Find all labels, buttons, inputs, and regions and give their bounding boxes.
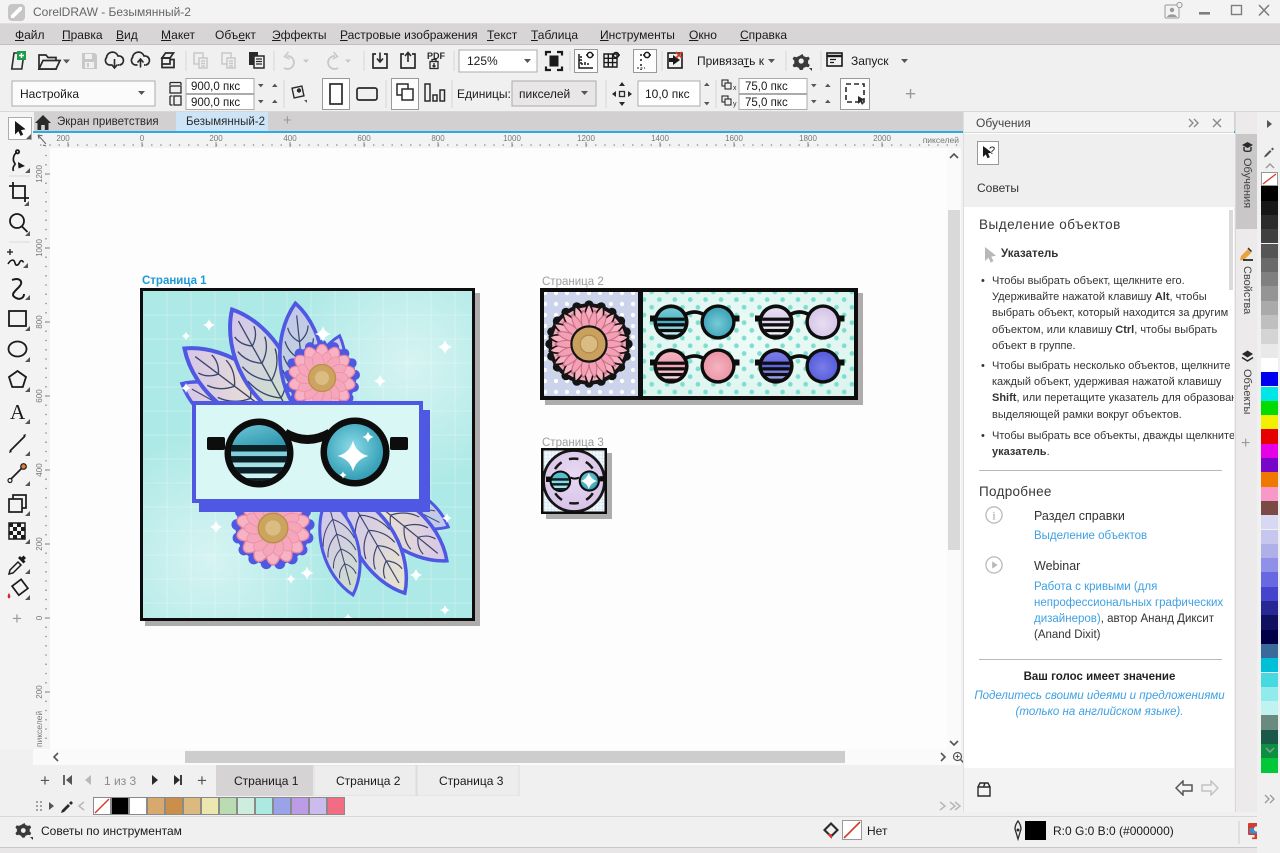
svg-text:800: 800 [35,315,44,329]
svg-text:0: 0 [140,134,145,143]
svg-text:Страница 1: Страница 1 [142,275,207,287]
svg-text:75,0 пкс: 75,0 пкс [745,81,788,93]
svg-text:Страница 3: Страница 3 [542,437,604,449]
svg-text:125%: 125% [467,54,498,68]
svg-text:Советы по инструментам: Советы по инструментам [41,824,182,838]
svg-text:A: A [10,400,26,424]
svg-text:Привязать к: Привязать к [697,54,765,68]
svg-text:200: 200 [209,134,223,143]
svg-text:1800: 1800 [799,134,817,143]
svg-text:1600: 1600 [725,134,743,143]
svg-text:пикселей: пикселей [34,711,44,748]
svg-text:900,0 пкс: 900,0 пкс [191,81,240,93]
svg-text:Страница 2: Страница 2 [336,774,401,788]
svg-text:пикселей: пикселей [923,135,960,145]
svg-text:10,0 пкс: 10,0 пкс [645,87,690,101]
svg-text:+: + [12,609,22,628]
svg-text:1 из 3: 1 из 3 [104,774,137,788]
svg-text:x: x [733,85,737,92]
svg-text:1200: 1200 [577,134,595,143]
svg-text:Нет: Нет [867,824,888,838]
svg-text:1000: 1000 [35,239,44,257]
svg-text:0: 0 [35,615,44,620]
svg-text:i: i [992,510,996,523]
svg-text:Единицы:: Единицы: [457,87,511,101]
svg-text:800: 800 [431,134,445,143]
svg-text:+: + [40,771,50,790]
svg-text:Страница 3: Страница 3 [439,774,504,788]
svg-text:200: 200 [35,685,44,699]
svg-text:Запуск: Запуск [851,54,889,68]
svg-text:Настройка: Настройка [20,87,79,101]
svg-text:Страница 2: Страница 2 [542,276,604,288]
svg-text:+: + [197,771,207,790]
svg-text:2000: 2000 [873,134,891,143]
svg-text:200: 200 [35,537,44,551]
svg-text:900,0 пкс: 900,0 пкс [191,97,240,109]
svg-text:?: ? [989,145,995,157]
svg-text:1200: 1200 [35,165,44,183]
svg-text:400: 400 [35,463,44,477]
svg-text:1000: 1000 [503,134,521,143]
svg-text:пикселей: пикселей [519,87,570,101]
svg-text:+: + [905,84,916,105]
svg-text:75,0 пкс: 75,0 пкс [745,97,788,109]
svg-text:Страница 1: Страница 1 [234,774,299,788]
svg-text:200: 200 [56,134,70,143]
svg-text:400: 400 [283,134,297,143]
svg-text:600: 600 [357,134,371,143]
svg-text:y: y [733,101,737,108]
svg-text:R:0 G:0 B:0 (#000000): R:0 G:0 B:0 (#000000) [1053,824,1174,838]
svg-text:1400: 1400 [651,134,669,143]
svg-text:600: 600 [35,389,44,403]
